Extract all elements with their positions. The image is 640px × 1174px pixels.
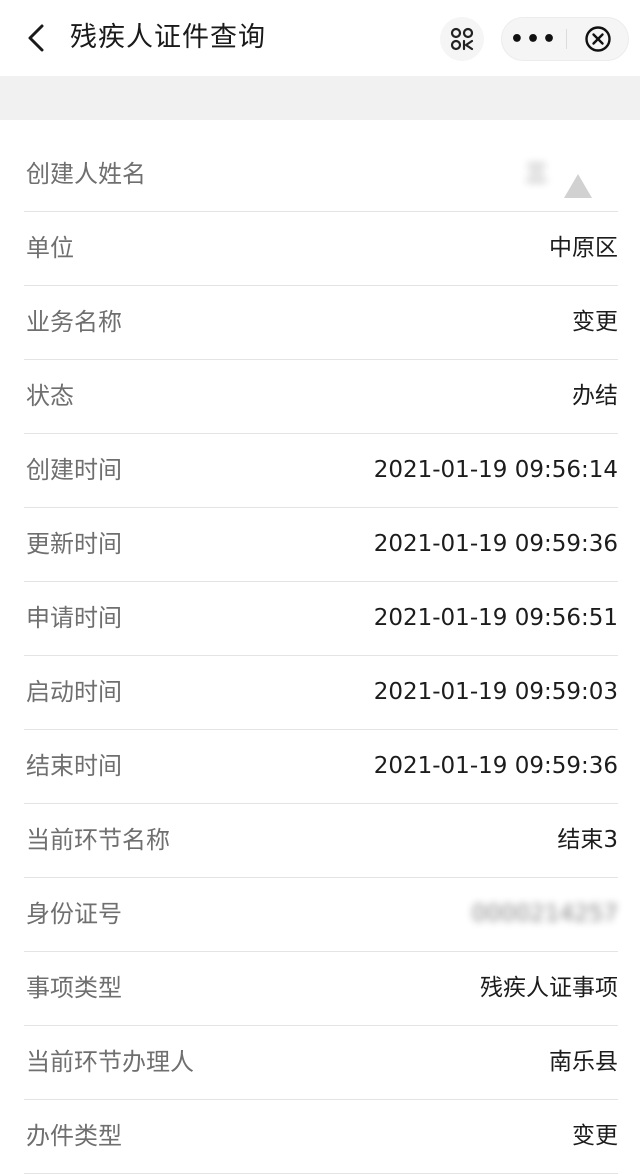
row-case-type: 办件类型 变更 (24, 1100, 618, 1174)
row-label: 申请时间 (26, 604, 122, 632)
back-button[interactable] (18, 20, 54, 56)
row-label: 身份证号 (26, 900, 122, 928)
row-business-name: 业务名称 变更 (24, 286, 618, 360)
row-label: 单位 (26, 234, 74, 262)
row-label: 事项类型 (26, 974, 122, 1002)
more-button[interactable]: ••• (502, 18, 566, 60)
row-current-handler: 当前环节办理人 南乐县 (24, 1026, 618, 1100)
redaction-mark (564, 174, 592, 198)
row-end-time: 结束时间 2021-01-19 09:59:36 (24, 730, 618, 804)
close-button[interactable] (567, 18, 629, 60)
row-updated-time: 更新时间 2021-01-19 09:59:36 (24, 508, 618, 582)
row-status: 状态 办结 (24, 360, 618, 434)
row-value: 南乐县 (549, 1049, 618, 1075)
row-application-time: 申请时间 2021-01-19 09:56:51 (24, 582, 618, 656)
row-creator-name: 创建人姓名 三 (24, 138, 618, 212)
row-label: 办件类型 (26, 1122, 122, 1150)
row-value: 结束3 (557, 827, 618, 853)
row-unit: 单位 中原区 (24, 212, 618, 286)
row-item-type: 事项类型 残疾人证事项 (24, 952, 618, 1026)
row-value: 中原区 (549, 235, 618, 261)
row-current-step-name: 当前环节名称 结束3 (24, 804, 618, 878)
chevron-left-icon (28, 24, 44, 52)
scan-button[interactable] (440, 17, 484, 61)
row-value: 2021-01-19 09:56:14 (373, 457, 618, 483)
row-label: 创建时间 (26, 456, 122, 484)
row-id-number: 身份证号 0000214257 (24, 878, 618, 952)
scan-icon (450, 27, 474, 51)
row-value: 变更 (572, 309, 618, 335)
row-value: 变更 (572, 1123, 618, 1149)
row-label: 启动时间 (26, 678, 122, 706)
row-label: 创建人姓名 (26, 160, 146, 188)
row-value: 残疾人证事项 (480, 975, 618, 1001)
row-label: 当前环节办理人 (26, 1048, 194, 1076)
row-label: 业务名称 (26, 308, 122, 336)
row-value: 2021-01-19 09:59:03 (373, 679, 618, 705)
page-title: 残疾人证件查询 (70, 22, 266, 53)
row-value: 三 (525, 161, 548, 187)
row-value: 0000214257 (471, 901, 618, 927)
row-label: 当前环节名称 (26, 826, 170, 854)
row-value: 2021-01-19 09:56:51 (373, 605, 618, 631)
row-value: 办结 (572, 383, 618, 409)
row-label: 状态 (26, 382, 74, 410)
detail-list: 创建人姓名 三 单位 中原区 业务名称 变更 状态 办结 创建时间 2021-0… (0, 138, 640, 1174)
row-label: 更新时间 (26, 530, 122, 558)
row-value: 2021-01-19 09:59:36 (373, 753, 618, 779)
mini-program-capsule: ••• (501, 17, 629, 61)
section-spacer (0, 76, 640, 120)
navigation-bar: 残疾人证件查询 ••• (0, 0, 640, 76)
close-circle-icon (585, 26, 611, 52)
row-value: 2021-01-19 09:59:36 (373, 531, 618, 557)
row-created-time: 创建时间 2021-01-19 09:56:14 (24, 434, 618, 508)
row-start-time: 启动时间 2021-01-19 09:59:03 (24, 656, 618, 730)
row-label: 结束时间 (26, 752, 122, 780)
